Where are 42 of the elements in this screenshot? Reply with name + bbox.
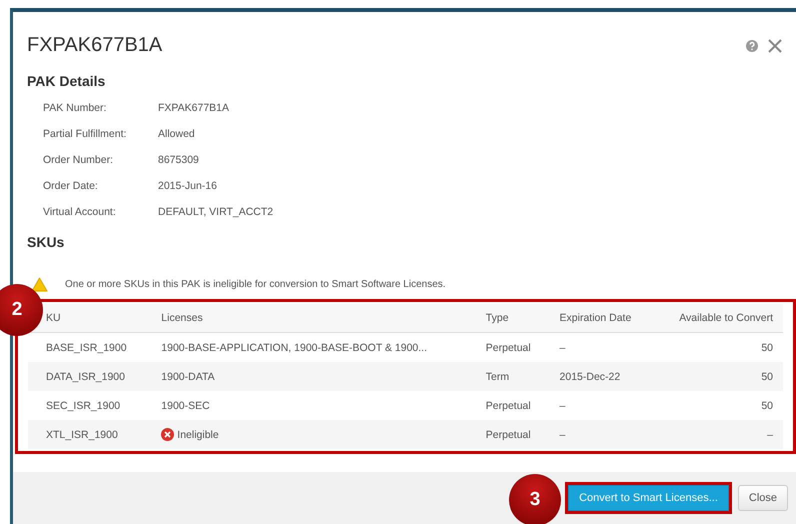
close-button[interactable]: Close: [738, 485, 788, 511]
warning-message: One or more SKUs in this PAK is ineligible for conversion to Smart Software Licenses.: [65, 279, 446, 290]
column-header: Type: [486, 312, 509, 324]
table-cell: Term: [476, 362, 550, 391]
column-header: Expiration Date: [560, 312, 632, 324]
table-cell: 50: [654, 332, 783, 362]
table-cell: Perpetual: [476, 420, 550, 449]
help-icon[interactable]: [746, 40, 758, 52]
table-cell: Perpetual: [476, 332, 550, 362]
field-label: Order Date:: [43, 180, 99, 192]
column-header: Available to Convert: [679, 312, 773, 324]
section-heading: SKUs: [27, 234, 66, 250]
table-cell: XTL_ISR_1900: [28, 420, 152, 449]
ineligible-label: Ineligible: [177, 428, 219, 440]
table-cell: –: [654, 420, 783, 449]
table-cell: DATA_ISR_1900: [28, 362, 152, 391]
table-cell: –: [550, 391, 654, 420]
table-cell: 2015-Dec-22: [550, 362, 654, 391]
license-text: 1900-SEC: [161, 400, 210, 412]
column-header: Licenses: [161, 312, 203, 324]
section-heading: PAK Details: [27, 73, 106, 89]
table-cell: SEC_ISR_1900: [28, 391, 152, 420]
field-value: 8675309: [158, 154, 200, 166]
warning-icon: [31, 277, 48, 292]
field-label: Order Number:: [43, 154, 114, 166]
field-value: Allowed: [158, 128, 196, 140]
table-cell: 50: [654, 362, 783, 391]
field-label: PAK Number:: [43, 102, 108, 114]
field-value: 2015-Jun-16: [158, 180, 218, 192]
field-label: Partial Fulfillment:: [43, 128, 128, 140]
field-label: Virtual Account:: [43, 206, 117, 218]
table-cell: 50: [654, 391, 783, 420]
table-cell: –: [550, 420, 654, 449]
column-header: KU: [46, 312, 61, 324]
close-icon[interactable]: [768, 38, 782, 52]
field-value: DEFAULT, VIRT_ACCT2: [158, 206, 274, 218]
table-cell: Perpetual: [476, 391, 550, 420]
license-text: 1900-BASE-APPLICATION, 1900-BASE-BOOT & 1900...: [161, 342, 428, 354]
dialog-title: FXPAK677B1A: [27, 34, 162, 57]
license-text: 1900-DATA: [161, 370, 215, 382]
table-cell: –: [550, 332, 654, 362]
field-value: FXPAK677B1A: [158, 102, 230, 114]
